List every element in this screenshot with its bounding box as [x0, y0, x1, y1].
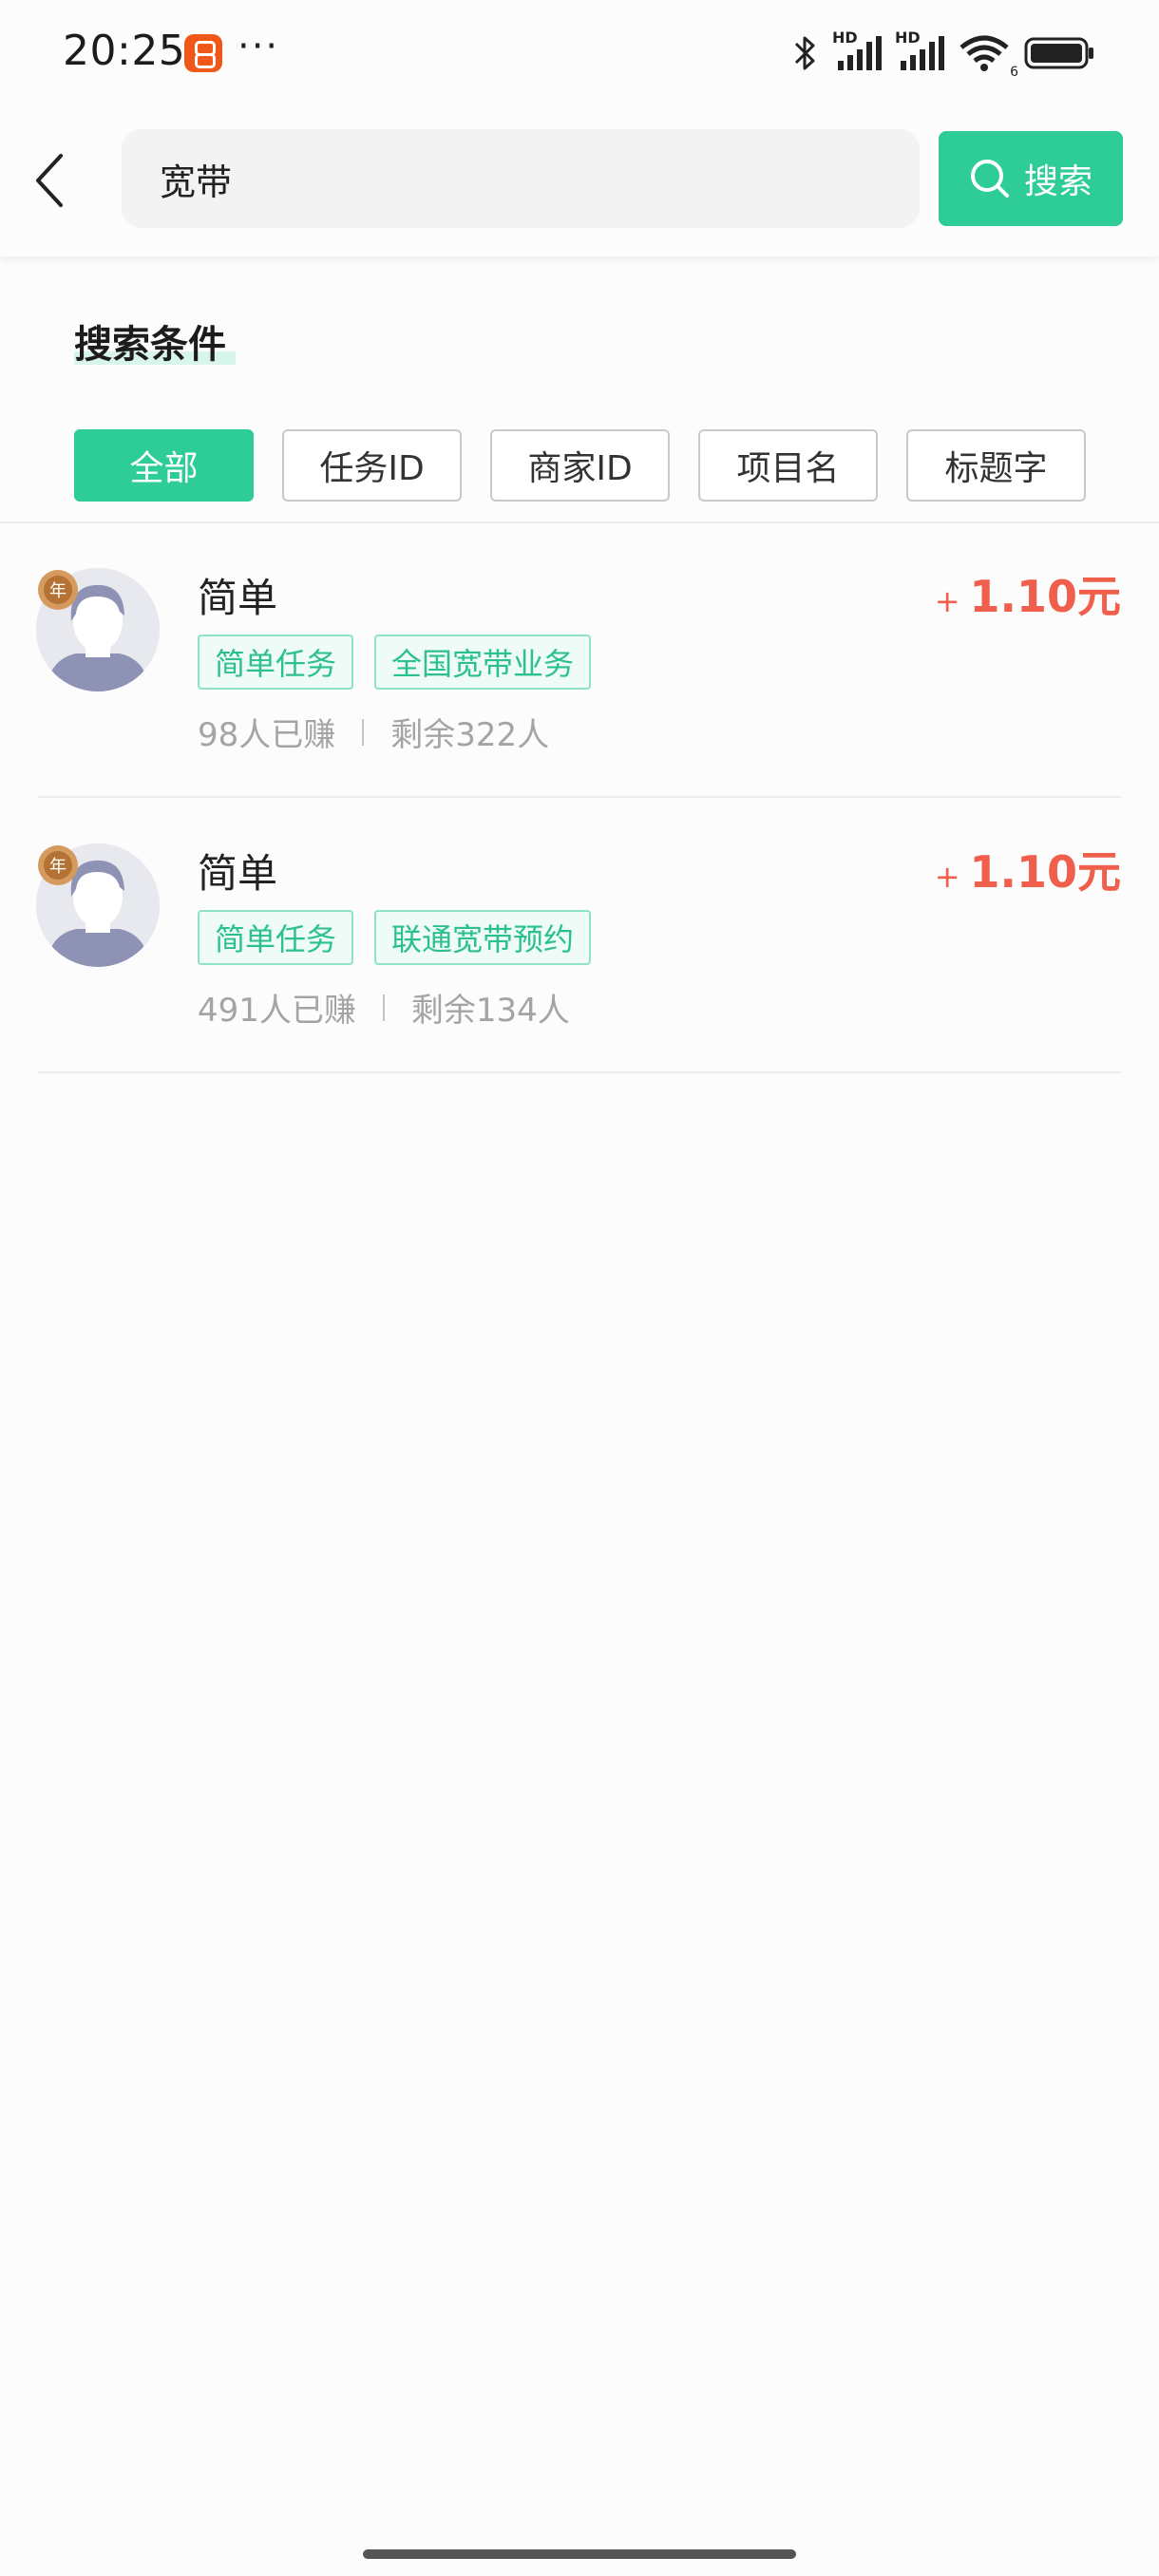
- wifi-icon: 6: [958, 32, 1018, 80]
- back-button[interactable]: [23, 144, 76, 217]
- search-button-label: 搜索: [1023, 162, 1092, 201]
- search-icon: [970, 160, 1009, 198]
- task-tags: 简单任务 全国宽带业务: [198, 635, 592, 690]
- reward-amount: 1.10元: [969, 571, 1122, 622]
- earned-count: 491人已赚: [198, 992, 356, 1030]
- task-tag: 简单任务: [198, 635, 354, 690]
- more-notifications-icon: ···: [238, 25, 280, 68]
- task-tags: 简单任务 联通宽带预约: [198, 910, 592, 965]
- task-list-item[interactable]: 年 简单 简单任务 全国宽带业务 98人已赚 剩余322人 + 1.10元: [0, 522, 1159, 798]
- earned-count: 98人已赚: [198, 716, 336, 754]
- cell-signal-2-icon: HD: [895, 28, 944, 74]
- task-reward: + 1.10元: [935, 838, 1121, 900]
- meta-divider: [362, 718, 365, 746]
- cell-signal-1-icon: HD: [832, 28, 882, 74]
- filter-chip-project-name[interactable]: 项目名: [698, 429, 878, 502]
- task-title: 简单: [198, 575, 278, 621]
- meta-divider: [382, 994, 385, 1021]
- svg-text:年: 年: [49, 581, 66, 601]
- task-tag: 全国宽带业务: [374, 635, 592, 690]
- home-indicator[interactable]: [363, 2549, 796, 2559]
- wifi-generation-label: 6: [1010, 65, 1018, 80]
- reward-plus: +: [934, 583, 960, 619]
- task-stats: 491人已赚 剩余134人: [198, 984, 570, 1031]
- bluetooth-icon: [794, 36, 815, 70]
- avatar: 年: [36, 843, 160, 967]
- search-box[interactable]: [122, 129, 920, 228]
- status-icons: HD HD 6: [790, 28, 1096, 80]
- task-list-item[interactable]: 年 简单 简单任务 联通宽带预约 491人已赚 剩余134人 + 1.10元: [0, 798, 1159, 1073]
- filter-chips: 全部 任务ID 商家ID 项目名 标题字: [74, 429, 1086, 502]
- row-divider: [38, 1071, 1121, 1073]
- task-tag: 联通宽带预约: [374, 910, 592, 965]
- filter-chip-merchant-id[interactable]: 商家ID: [490, 429, 670, 502]
- reward-plus: +: [934, 859, 960, 895]
- avatar: 年: [36, 568, 160, 691]
- status-time: 20:25: [63, 27, 186, 75]
- svg-text:年: 年: [49, 857, 66, 877]
- task-tag: 简单任务: [198, 910, 354, 965]
- search-button[interactable]: 搜索: [939, 131, 1123, 226]
- battery-icon: [1024, 37, 1093, 69]
- remaining-count: 剩余134人: [410, 992, 570, 1030]
- app-notification-icon: [184, 34, 222, 72]
- chevron-left-icon: [36, 154, 63, 207]
- level-badge-icon: 年: [38, 570, 78, 610]
- task-stats: 98人已赚 剩余322人: [198, 709, 549, 755]
- level-badge-icon: 年: [38, 845, 78, 885]
- filter-chip-task-id[interactable]: 任务ID: [282, 429, 462, 502]
- search-input[interactable]: [160, 129, 882, 228]
- search-header: 搜索: [0, 104, 1159, 256]
- task-title: 简单: [198, 850, 278, 897]
- filter-chip-all[interactable]: 全部: [74, 429, 254, 502]
- filter-chip-title-keyword[interactable]: 标题字: [906, 429, 1086, 502]
- status-bar: 20:25 ··· HD HD 6: [0, 0, 1159, 104]
- section-title: 搜索条件: [74, 323, 226, 367]
- task-reward: + 1.10元: [935, 562, 1121, 625]
- reward-amount: 1.10元: [969, 846, 1122, 898]
- remaining-count: 剩余322人: [390, 716, 550, 754]
